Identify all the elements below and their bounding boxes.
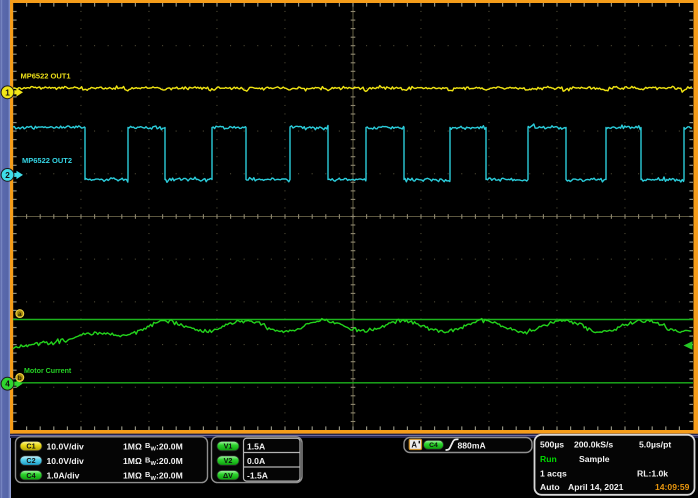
svg-text:b: b	[18, 375, 22, 382]
svg-text:-1.5A: -1.5A	[247, 471, 268, 481]
svg-text:A: A	[411, 441, 417, 450]
svg-text:Sample: Sample	[579, 454, 610, 464]
svg-text:V1: V1	[224, 442, 233, 451]
svg-text:V2: V2	[224, 456, 233, 465]
svg-text:C4: C4	[429, 442, 438, 449]
svg-text:1 acqs: 1 acqs	[540, 468, 567, 478]
svg-text::20.0M: :20.0M	[156, 471, 183, 481]
svg-text:4: 4	[5, 380, 10, 389]
svg-text:ΔV: ΔV	[223, 471, 233, 480]
svg-text:RL:1.0k: RL:1.0k	[637, 468, 668, 478]
svg-text:200.0kS/s: 200.0kS/s	[574, 440, 613, 450]
svg-text:Run: Run	[540, 454, 557, 464]
svg-text:C2: C2	[26, 456, 35, 465]
svg-text:500µs: 500µs	[540, 440, 564, 450]
svg-text:10.0V/div: 10.0V/div	[47, 456, 84, 466]
svg-text:5.0µs/pt: 5.0µs/pt	[639, 440, 671, 450]
svg-text::20.0M: :20.0M	[156, 441, 183, 451]
svg-text:C1: C1	[26, 442, 35, 451]
svg-text:April 14, 2021: April 14, 2021	[568, 482, 624, 492]
svg-text:0.0A: 0.0A	[247, 456, 265, 466]
svg-text:1MΩ: 1MΩ	[123, 456, 142, 466]
svg-text:2: 2	[5, 171, 10, 180]
svg-text:1MΩ: 1MΩ	[123, 471, 142, 481]
svg-text:880mA: 880mA	[458, 440, 486, 450]
svg-text:1.0A/div: 1.0A/div	[47, 471, 80, 481]
svg-text:1MΩ: 1MΩ	[123, 441, 142, 451]
svg-text:MP6522 OUT2: MP6522 OUT2	[22, 156, 72, 165]
svg-text::20.0M: :20.0M	[156, 456, 183, 466]
svg-text:C4: C4	[26, 471, 35, 480]
svg-text:14:09:59: 14:09:59	[655, 482, 690, 492]
svg-text:MP6522 OUT1: MP6522 OUT1	[21, 72, 71, 81]
svg-text:10.0V/div: 10.0V/div	[47, 441, 84, 451]
svg-text:Auto: Auto	[540, 482, 560, 492]
svg-text:Motor Current: Motor Current	[24, 367, 72, 375]
svg-text:1: 1	[5, 88, 10, 97]
svg-text:1.5A: 1.5A	[247, 441, 265, 451]
svg-text:a: a	[18, 311, 22, 318]
